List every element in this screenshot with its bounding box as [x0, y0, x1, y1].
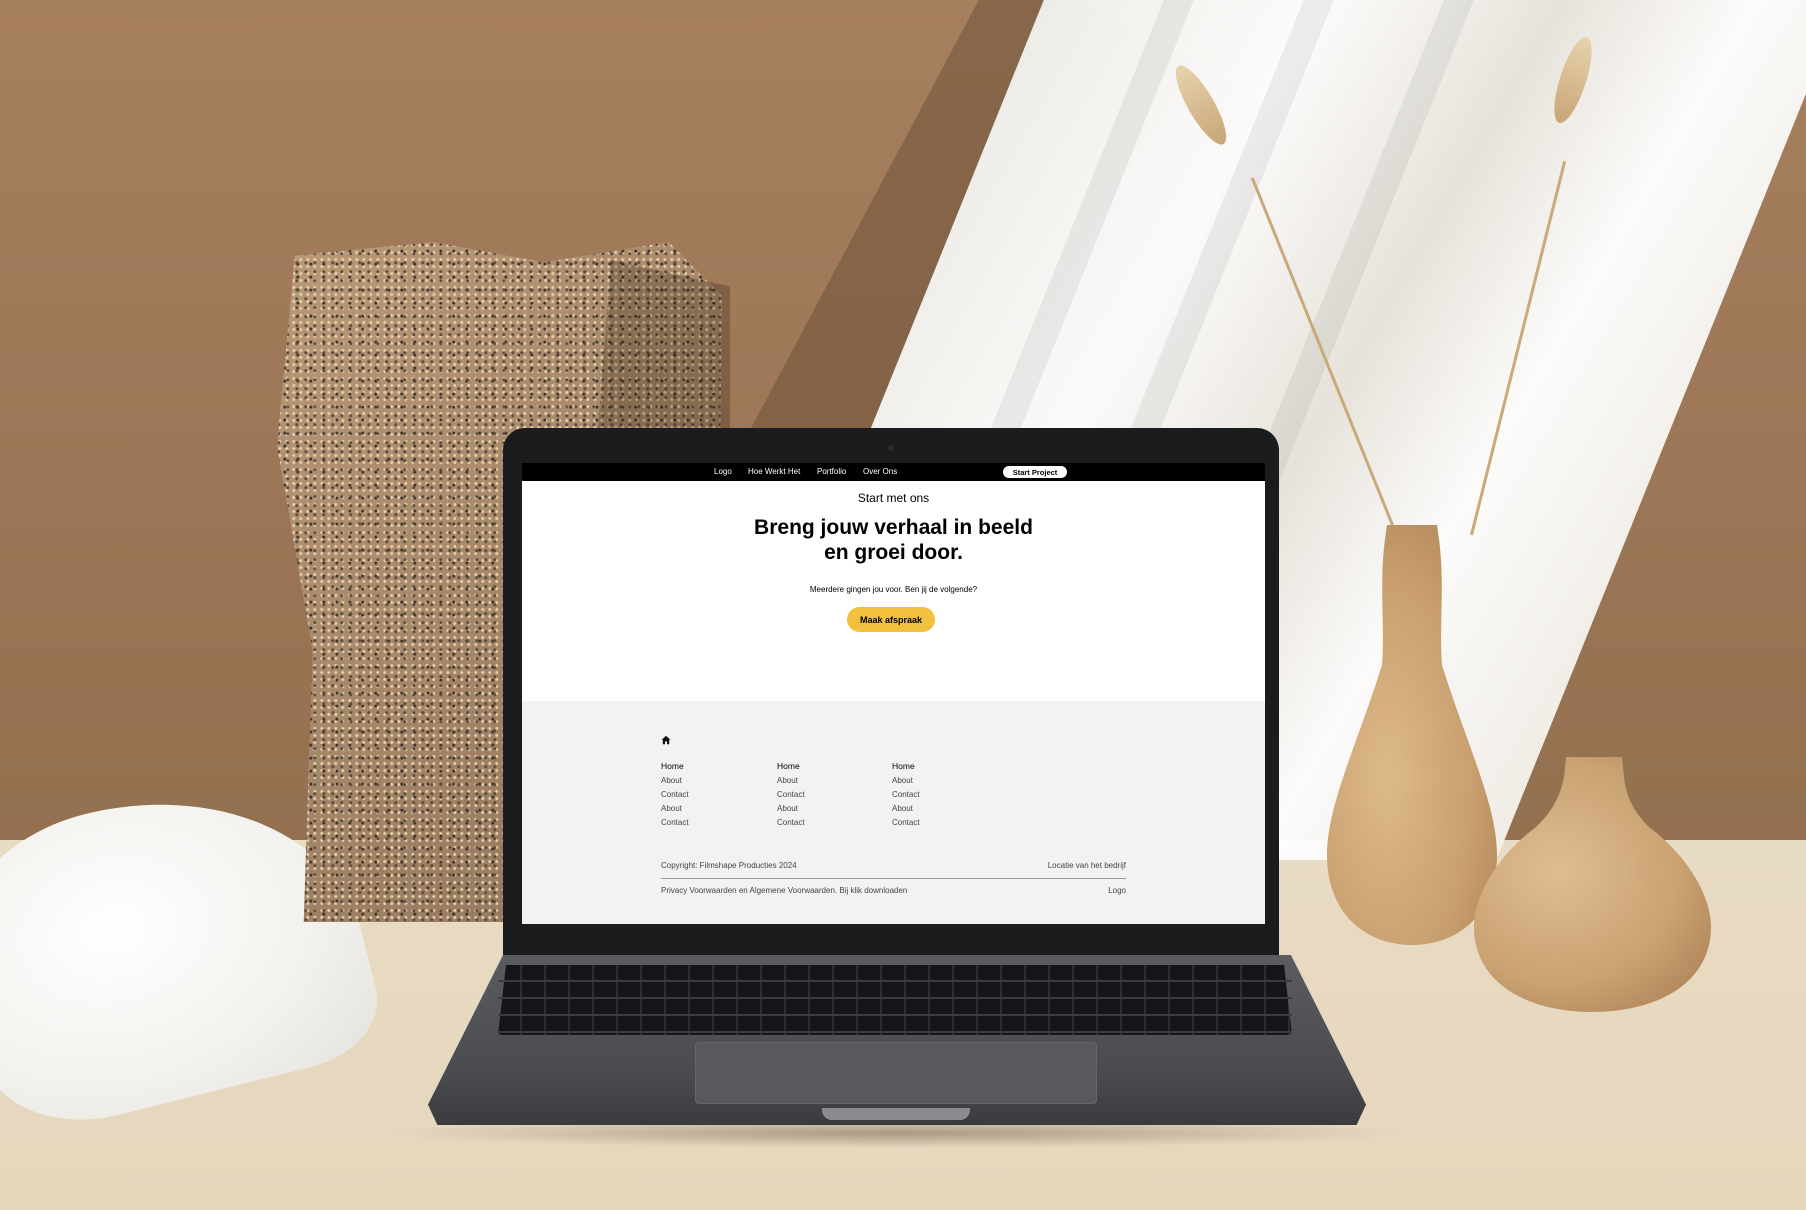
footer-link-about[interactable]: About	[777, 776, 805, 785]
footer-link-contact[interactable]: Contact	[777, 818, 805, 827]
nav-item-hoe-werkt-het[interactable]: Hoe Werkt Het	[748, 467, 800, 476]
footer-column: Home About Contact About Contact	[892, 761, 920, 832]
footer-logo[interactable]: Logo	[1108, 886, 1126, 895]
footer-link-about[interactable]: About	[892, 804, 920, 813]
keyboard-rows	[498, 965, 1292, 1035]
footer-link-about[interactable]: About	[661, 804, 689, 813]
start-project-button[interactable]: Start Project	[1003, 466, 1067, 478]
footer-privacy-link[interactable]: Privacy Voorwaarden en Algemene Voorwaar…	[661, 886, 907, 895]
webcam	[888, 445, 894, 451]
laptop-notch	[822, 1108, 970, 1120]
footer-column-heading[interactable]: Home	[661, 761, 689, 771]
footer-link-contact[interactable]: Contact	[892, 790, 920, 799]
footer-link-contact[interactable]: Contact	[892, 818, 920, 827]
site-footer: Home About Contact About Contact Home Ab…	[522, 701, 1265, 924]
footer-link-about[interactable]: About	[892, 776, 920, 785]
product-photo-scene: Logo Hoe Werkt Het Portfolio Over Ons St…	[0, 0, 1806, 1210]
laptop-screen: Logo Hoe Werkt Het Portfolio Over Ons St…	[522, 463, 1265, 924]
footer-link-contact[interactable]: Contact	[777, 790, 805, 799]
footer-divider	[661, 878, 1126, 879]
footer-location-link[interactable]: Locatie van het bedrijf	[1048, 861, 1126, 870]
footer-column: Home About Contact About Contact	[661, 761, 689, 832]
footer-column: Home About Contact About Contact	[777, 761, 805, 832]
hero-headline: Breng jouw verhaal in beeld en groei doo…	[522, 515, 1265, 565]
hero-eyebrow: Start met ons	[857, 491, 930, 505]
footer-link-contact[interactable]: Contact	[661, 818, 689, 827]
footer-column-heading[interactable]: Home	[892, 761, 920, 771]
trackpad	[695, 1042, 1097, 1104]
footer-link-about[interactable]: About	[661, 776, 689, 785]
hero-subtext: Meerdere gingen jou voor. Ben jij de vol…	[809, 585, 978, 594]
home-icon[interactable]	[661, 735, 671, 745]
site-navbar: Logo Hoe Werkt Het Portfolio Over Ons St…	[522, 463, 1265, 481]
footer-link-about[interactable]: About	[777, 804, 805, 813]
footer-column-heading[interactable]: Home	[777, 761, 805, 771]
nav-item-over-ons[interactable]: Over Ons	[863, 467, 897, 476]
maak-afspraak-button[interactable]: Maak afspraak	[847, 607, 935, 632]
nav-logo[interactable]: Logo	[714, 467, 732, 476]
hero-headline-line2: en groei door.	[824, 541, 963, 564]
nav-item-portfolio[interactable]: Portfolio	[817, 467, 846, 476]
hero-section: Start met ons Breng jouw verhaal in beel…	[522, 481, 1265, 701]
footer-copyright: Copyright: Filmshape Producties 2024	[661, 861, 797, 870]
footer-link-contact[interactable]: Contact	[661, 790, 689, 799]
hero-headline-line1: Breng jouw verhaal in beeld	[754, 516, 1033, 539]
